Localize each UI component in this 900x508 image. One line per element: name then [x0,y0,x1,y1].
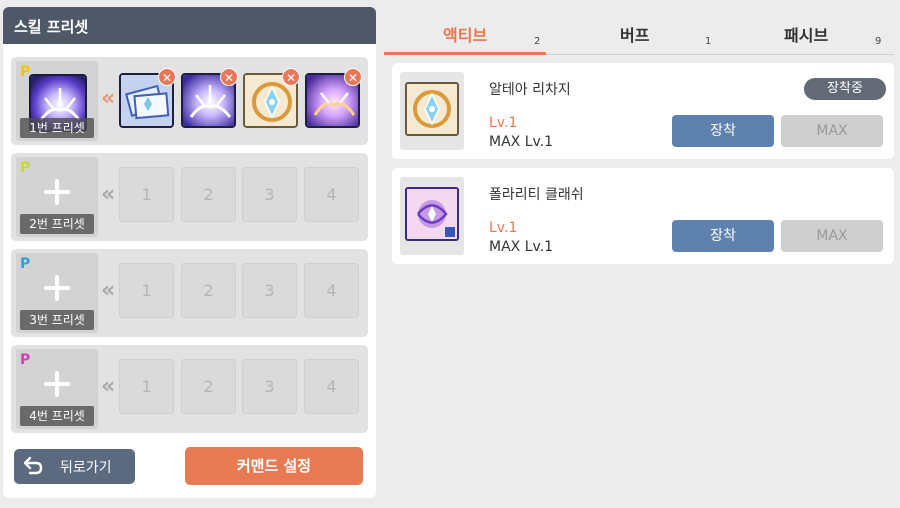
back-arrow-icon [23,456,43,475]
close-icon[interactable]: ✕ [158,68,176,86]
preset-row-2: P 2번 프리셋 « 1 2 3 4 [11,153,368,241]
skill-tabs: 액티브 2 버프 1 패시브 9 [384,0,900,56]
skill-icon [405,82,459,136]
tab-divider [546,54,894,55]
tab-active-skills[interactable]: 액티브 2 [384,0,546,56]
skill-icon-frame [400,177,464,255]
skill-card: 폴라리티 클래쉬 Lv.1 MAX Lv.1 장착 MAX [392,168,894,264]
skill-max-level: MAX Lv.1 [489,239,554,255]
skill-icon-frame [400,72,464,150]
skill-level: Lv.1 [489,115,518,131]
command-settings-button[interactable]: 커맨드 설정 [185,447,363,485]
preset-label: 2번 프리셋 [20,214,94,234]
preset-slot-2[interactable]: 2 [181,359,236,414]
tab-count: 9 [875,36,882,47]
preset-slot-2[interactable]: 2 [181,167,236,222]
plus-icon [44,371,70,397]
preset-slot-1[interactable]: 1 [119,167,174,222]
preset-slot-3[interactable]: 3 [242,167,297,222]
preset-row-4: P 4번 프리셋 « 1 2 3 4 [11,345,368,433]
skill-icon [405,187,459,241]
preset-row-1: P 1번 프리셋 « ✕ ✕ ✕ ✕ [11,57,368,145]
skill-preset-panel: 스킬 프리셋 P 1번 프리셋 « ✕ ✕ ✕ ✕ P 2번 프리셋 « 1 2… [3,7,376,498]
preset-slot-1[interactable]: 1 [119,359,174,414]
preset-slot-3[interactable]: 3 [242,263,297,318]
close-icon[interactable]: ✕ [220,68,238,86]
tab-passive-skills[interactable]: 패시브 9 [718,0,896,56]
equip-button[interactable]: 장착 [672,115,774,147]
preset-main-slot-4[interactable]: P 4번 프리셋 [16,349,98,429]
back-button[interactable]: 뒤로가기 [14,449,135,484]
skill-name: 알테아 리차지 [489,82,571,98]
preset-main-slot-3[interactable]: P 3번 프리셋 [16,253,98,333]
skill-name: 폴라리티 클래쉬 [489,187,584,203]
preset-main-slot-1[interactable]: P 1번 프리셋 [16,61,98,141]
preset-slot-1[interactable]: 1 [119,263,174,318]
preset-slot-2[interactable]: 2 [181,263,236,318]
preset-label: 3번 프리셋 [20,310,94,330]
preset-slot-3[interactable]: 3 [242,359,297,414]
max-button: MAX [781,220,883,252]
skill-level: Lv.1 [489,220,518,236]
tab-count: 2 [534,36,541,47]
preset-main-slot-2[interactable]: P 2번 프리셋 [16,157,98,237]
close-icon[interactable]: ✕ [282,68,300,86]
tab-count: 1 [705,36,712,47]
active-tab-indicator [384,52,546,55]
preset-slot-4[interactable]: 4 [304,167,359,222]
max-button: MAX [781,115,883,147]
preset-label: 1번 프리셋 [20,118,94,138]
preset-slot-4[interactable]: 4 [304,263,359,318]
skill-card: 알테아 리차지 장착중 Lv.1 MAX Lv.1 장착 MAX [392,63,894,159]
preset-label: 4번 프리셋 [20,406,94,426]
preset-badge: P [20,256,31,272]
tab-label: 버프 [620,26,650,45]
equipped-badge: 장착중 [804,78,886,100]
tab-label: 패시브 [784,26,829,45]
plus-icon [44,179,70,205]
preset-row-3: P 3번 프리셋 « 1 2 3 4 [11,249,368,337]
plus-icon [44,275,70,301]
panel-title: 스킬 프리셋 [3,7,376,44]
preset-badge: P [20,352,31,368]
tab-label: 액티브 [443,26,488,45]
equip-button[interactable]: 장착 [672,220,774,252]
preset-badge: P [20,160,31,176]
tab-buff-skills[interactable]: 버프 1 [546,0,718,56]
close-icon[interactable]: ✕ [344,68,362,86]
skill-max-level: MAX Lv.1 [489,134,554,150]
back-button-label: 뒤로가기 [60,460,112,476]
preset-slot-4[interactable]: 4 [304,359,359,414]
